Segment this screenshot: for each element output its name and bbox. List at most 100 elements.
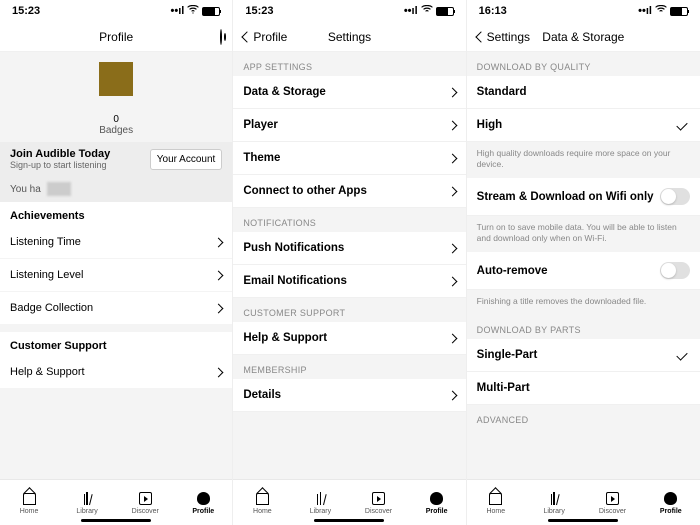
status-bar: 16:13 ••ıl: [467, 0, 700, 22]
list-item[interactable]: Listening Time: [0, 226, 232, 258]
tab-label: Home: [486, 508, 505, 515]
nav-header: Profile Settings: [233, 22, 465, 52]
tab-home[interactable]: Home: [0, 480, 58, 525]
group-header: DOWNLOAD BY PARTS: [467, 315, 700, 339]
status-time: 15:23: [12, 5, 40, 17]
group-header: NOTIFICATIONS: [233, 208, 465, 232]
join-title: Join Audible Today: [10, 148, 110, 160]
tab-label: Home: [20, 508, 39, 515]
join-banner: Join Audible Today Sign-up to start list…: [0, 142, 232, 176]
status-time: 15:23: [245, 5, 273, 17]
toggle-switch[interactable]: [660, 188, 690, 205]
auto-remove-toggle-row[interactable]: Auto-remove: [467, 252, 700, 290]
home-icon: [21, 491, 37, 507]
tab-home[interactable]: Home: [233, 480, 291, 525]
wifi-icon: [187, 5, 199, 17]
tab-home[interactable]: Home: [467, 480, 525, 525]
row-label: Badge Collection: [10, 302, 93, 314]
profile-icon: [195, 491, 211, 507]
tab-profile[interactable]: Profile: [174, 480, 232, 525]
list-item[interactable]: Player: [233, 109, 465, 142]
chevron-right-icon: [447, 276, 457, 286]
check-icon: [676, 119, 687, 130]
row-label: Standard: [477, 86, 527, 98]
row-label: Help & Support: [10, 366, 85, 378]
row-label: Listening Level: [10, 269, 83, 281]
group-header: APP SETTINGS: [233, 52, 465, 76]
list-item[interactable]: Help & Support: [233, 322, 465, 355]
row-label: Push Notifications: [243, 242, 344, 254]
redacted-text: [47, 182, 71, 196]
screen-data-storage: 16:13 ••ıl Settings Data & Storage DOWNL…: [467, 0, 700, 525]
parts-option[interactable]: Single-Part: [467, 339, 700, 372]
signal-icon: ••ıl: [171, 5, 185, 17]
page-title: Profile: [0, 30, 232, 44]
screen-profile: 15:23 ••ıl Profile 0 Badges Join Audible…: [0, 0, 233, 525]
nav-header: Profile: [0, 22, 232, 52]
row-label: High: [477, 119, 503, 131]
battery-icon: [202, 7, 220, 16]
tab-profile[interactable]: Profile: [408, 480, 466, 525]
list-item[interactable]: Badge Collection: [0, 291, 232, 324]
tab-label: Library: [76, 508, 97, 515]
nav-header: Settings Data & Storage: [467, 22, 700, 52]
battery-icon: [436, 7, 454, 16]
group-header: MEMBERSHIP: [233, 355, 465, 379]
group-header: DOWNLOAD BY QUALITY: [467, 52, 700, 76]
row-label: Auto-remove: [477, 265, 548, 277]
tab-label: Profile: [660, 508, 682, 515]
list-item[interactable]: Listening Level: [0, 258, 232, 291]
chevron-right-icon: [447, 390, 457, 400]
list-item[interactable]: Details: [233, 379, 465, 412]
list-item[interactable]: Email Notifications: [233, 265, 465, 298]
badges-count: 0: [0, 114, 232, 125]
back-button[interactable]: Settings: [477, 30, 530, 44]
quality-option[interactable]: High: [467, 109, 700, 142]
avatar[interactable]: [99, 62, 133, 96]
tab-label: Discover: [365, 508, 392, 515]
chevron-left-icon: [242, 31, 253, 42]
back-button[interactable]: Profile: [243, 30, 287, 44]
list-item[interactable]: Data & Storage: [233, 76, 465, 109]
achievements-header: Achievements: [0, 202, 232, 226]
chevron-right-icon: [447, 87, 457, 97]
tab-profile[interactable]: Profile: [642, 480, 700, 525]
check-icon: [676, 350, 687, 361]
parts-option[interactable]: Multi-Part: [467, 372, 700, 405]
back-label: Settings: [487, 30, 530, 44]
your-account-button[interactable]: Your Account: [150, 149, 223, 170]
wifi-icon: [655, 5, 667, 17]
profile-icon: [663, 491, 679, 507]
settings-button[interactable]: [220, 30, 222, 44]
wifi-only-toggle-row[interactable]: Stream & Download on Wifi only: [467, 178, 700, 216]
row-label: Connect to other Apps: [243, 185, 367, 197]
tab-label: Profile: [192, 508, 214, 515]
discover-icon: [371, 491, 387, 507]
status-icons: ••ıl: [171, 5, 221, 17]
wifi-icon: [421, 5, 433, 17]
back-label: Profile: [253, 30, 287, 44]
row-label: Listening Time: [10, 236, 81, 248]
group-header: ADVANCED: [467, 405, 700, 429]
badges-label: Badges: [0, 125, 232, 136]
profile-hero: 0 Badges: [0, 52, 232, 142]
chevron-right-icon: [214, 303, 224, 313]
list-item[interactable]: Connect to other Apps: [233, 175, 465, 208]
chevron-right-icon: [447, 120, 457, 130]
list-item[interactable]: Theme: [233, 142, 465, 175]
profile-icon: [429, 491, 445, 507]
group-header: CUSTOMER SUPPORT: [233, 298, 465, 322]
list-item[interactable]: Push Notifications: [233, 232, 465, 265]
chevron-right-icon: [447, 153, 457, 163]
home-indicator: [81, 519, 151, 522]
list-item[interactable]: Help & Support: [0, 356, 232, 388]
quality-option[interactable]: Standard: [467, 76, 700, 109]
row-label: Theme: [243, 152, 280, 164]
status-icons: ••ıl: [638, 5, 688, 17]
gear-icon: [220, 29, 222, 45]
join-subtitle: Sign-up to start listening: [10, 160, 110, 170]
group-footer: High quality downloads require more spac…: [467, 142, 700, 178]
toggle-switch[interactable]: [660, 262, 690, 279]
you-have-text: You ha: [10, 184, 41, 195]
group-footer: Turn on to save mobile data. You will be…: [467, 216, 700, 252]
